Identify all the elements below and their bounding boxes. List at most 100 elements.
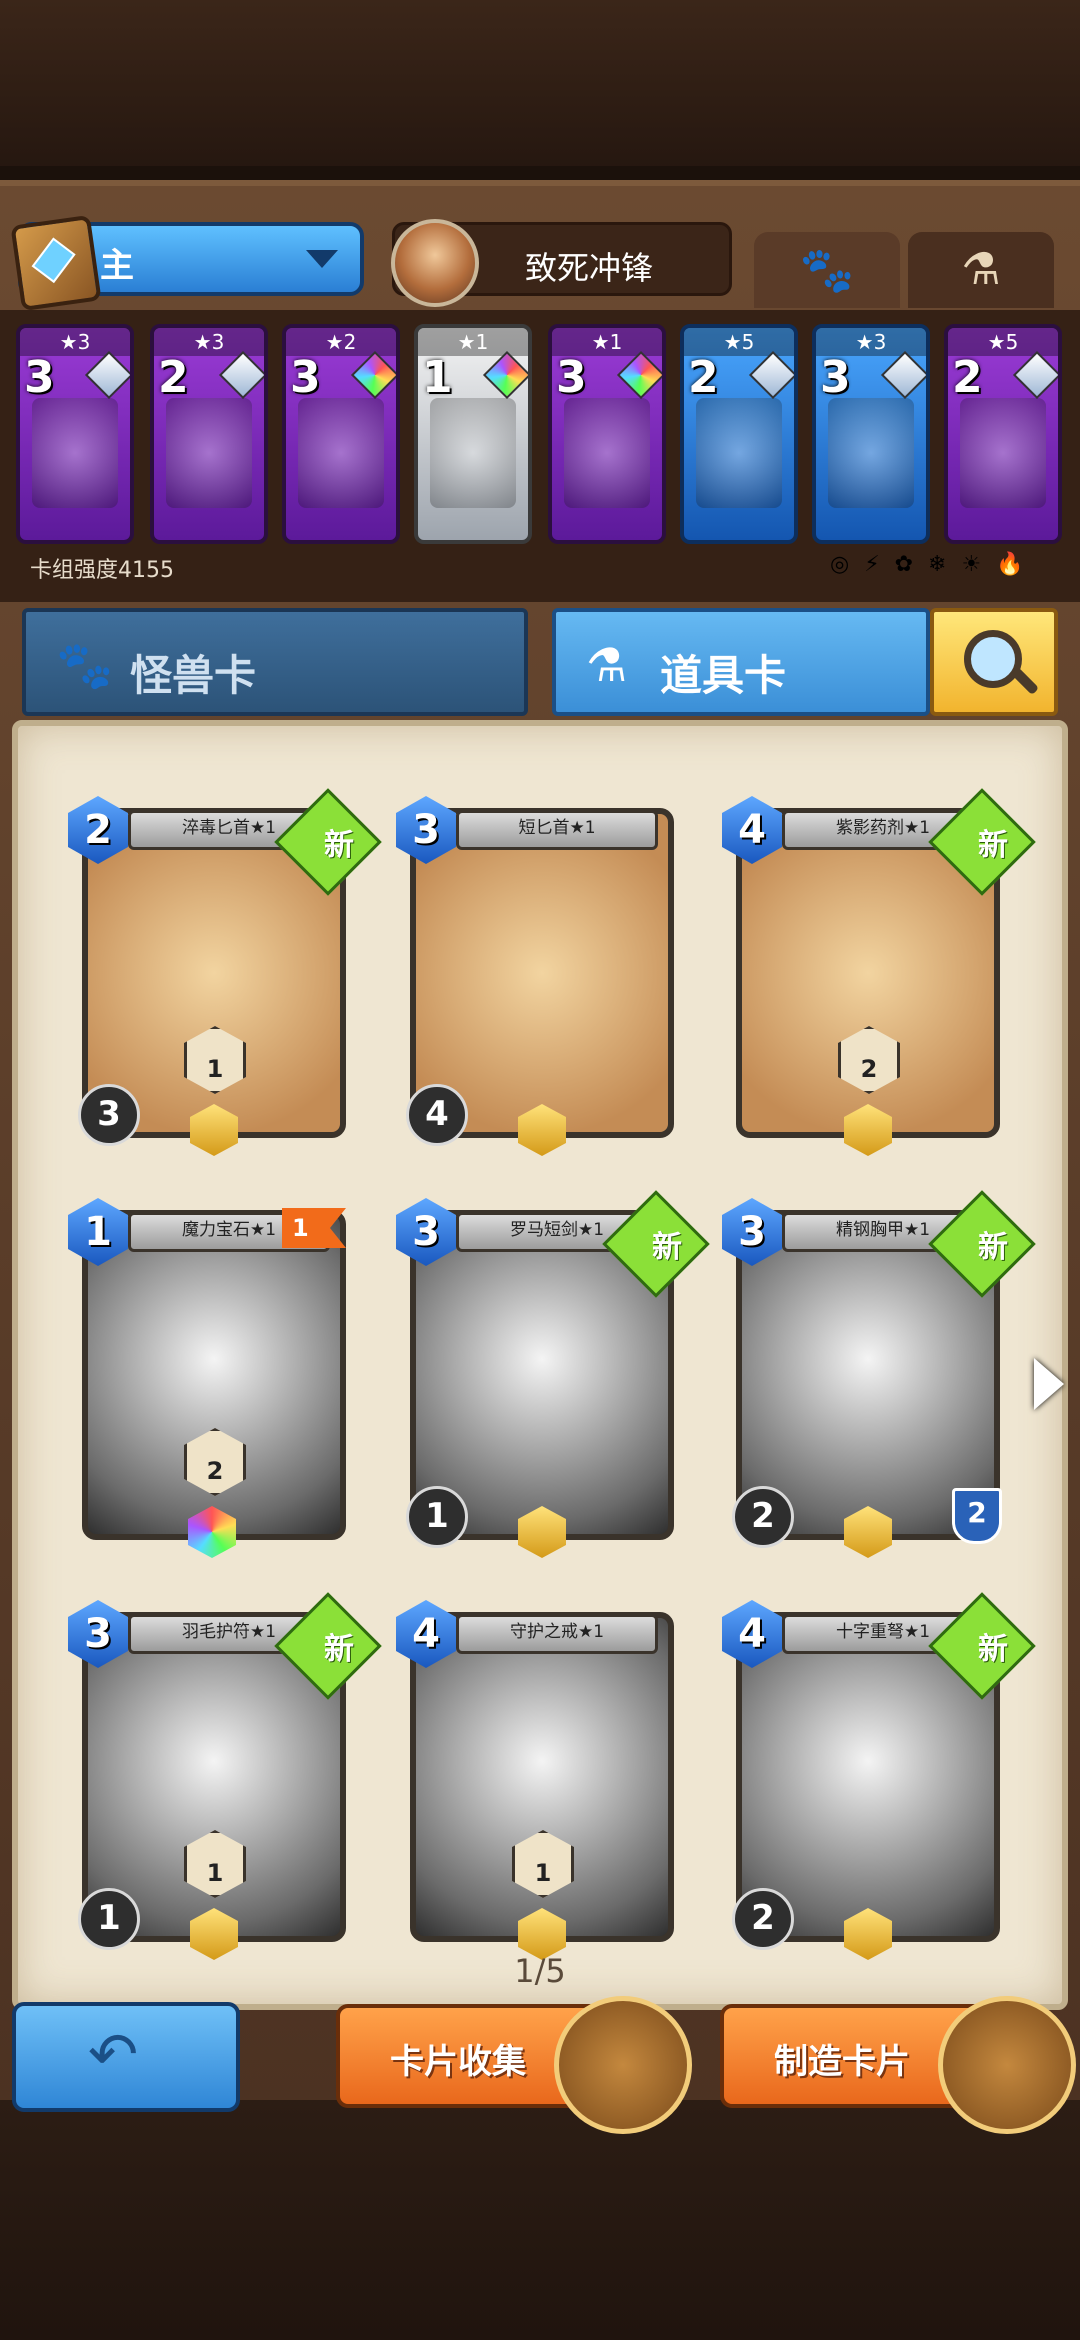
deck-card-art <box>960 398 1046 508</box>
deck-card-art <box>696 398 782 508</box>
card-level: 2 <box>732 1888 794 1950</box>
page-indicator: 1/5 <box>514 1952 566 1990</box>
card-art <box>450 1678 634 1848</box>
card-art <box>450 874 634 1044</box>
hero-name: 致死冲锋 <box>525 249 654 287</box>
item-card[interactable]: 十字重弩★1 4 新 2 <box>722 1592 1036 1960</box>
deck-card-art <box>32 398 118 508</box>
item-card[interactable]: 紫影药剂★1 4 新 2 <box>722 788 1036 1156</box>
card-collection-button[interactable]: 卡片收集 <box>336 1996 692 2134</box>
deck-card-art <box>430 398 516 508</box>
item-card[interactable]: 守护之戒★1 4 1 <box>396 1600 674 1960</box>
item-card[interactable]: 罗马短剑★1 3 新 1 <box>396 1190 710 1558</box>
new-badge-label: 新 <box>652 1230 682 1265</box>
card-art <box>122 1678 306 1848</box>
new-badge-label: 新 <box>978 828 1008 863</box>
search-button[interactable] <box>930 608 1058 716</box>
card-art <box>122 874 306 1044</box>
card-art <box>450 1276 634 1446</box>
deck-card-art <box>828 398 914 508</box>
craft-card-button[interactable]: 制造卡片 <box>720 1996 1076 2134</box>
next-page-arrow-icon[interactable] <box>1034 1358 1064 1410</box>
deck-card-art <box>298 398 384 508</box>
card-title: 短匕首★1 <box>456 810 658 850</box>
hero-panel[interactable]: 致死冲锋 <box>391 219 732 307</box>
search-icon <box>964 630 1022 688</box>
card-art <box>776 874 960 1044</box>
card-title: 守护之戒★1 <box>456 1614 658 1654</box>
new-badge-label: 新 <box>978 1632 1008 1667</box>
card-art <box>776 1276 960 1446</box>
deck-card[interactable]: ★3 3 <box>812 324 930 544</box>
card-level: 3 <box>78 1084 140 1146</box>
potion-icon: ⚗ <box>586 638 628 692</box>
deck-name: 主 <box>100 246 134 286</box>
craft-card-label: 制造卡片 <box>774 2042 910 2082</box>
deck-card-art <box>166 398 252 508</box>
deck-card[interactable]: ★3 3 <box>16 324 134 544</box>
card-collection-label: 卡片收集 <box>390 2042 526 2082</box>
deck-card[interactable]: ★1 1 <box>414 324 532 544</box>
chevron-down-icon <box>306 250 338 268</box>
deck-selector[interactable]: 主 <box>10 214 364 312</box>
paw-icon: 🐾 <box>799 245 855 296</box>
deck-card-cost: 3 <box>24 352 55 403</box>
top-background <box>0 0 1080 180</box>
back-button[interactable]: ↶ <box>12 2002 240 2112</box>
card-level: 1 <box>78 1888 140 1950</box>
search-icon-handle <box>1010 666 1040 696</box>
potion-icon: ⚗ <box>961 244 1001 295</box>
tab-item-cards[interactable]: ⚗ 道具卡 <box>552 608 930 716</box>
gem-icon <box>880 350 926 400</box>
tab-beast-deck[interactable]: 🐾 <box>754 232 900 308</box>
card-level: 2 <box>732 1486 794 1548</box>
deck-card[interactable]: ★1 3 <box>548 324 666 544</box>
deck-card-cost: 3 <box>820 352 851 403</box>
deck-card[interactable]: ★5 2 <box>944 324 1062 544</box>
deck-card[interactable]: ★2 3 <box>282 324 400 544</box>
deck-card-cost: 1 <box>422 352 453 403</box>
item-card[interactable]: 淬毒匕首★1 2 新 3 1 <box>68 788 382 1156</box>
bottom-background <box>0 2100 1080 2340</box>
tab-item-deck[interactable]: ⚗ <box>908 232 1054 308</box>
deck-card-art <box>564 398 650 508</box>
item-card[interactable]: 短匕首★1 3 4 <box>396 796 674 1156</box>
flag-badge: 1 <box>282 1208 346 1248</box>
card-level: 4 <box>406 1084 468 1146</box>
card-art <box>122 1276 306 1446</box>
tab-monster-cards[interactable]: 🐾 怪兽卡 <box>22 608 528 716</box>
element-icons: ◎ ⚡ ✿ ❄ ☀ 🔥 <box>830 552 1028 577</box>
deck-card-cost: 2 <box>688 352 719 403</box>
deck-power: 卡组强度4155 <box>30 558 174 583</box>
gem-icon <box>84 350 130 400</box>
shield-value: 2 <box>952 1488 1002 1544</box>
new-badge-label: 新 <box>324 1632 354 1667</box>
item-card[interactable]: 精钢胸甲★1 3 新 2 2 <box>722 1190 1036 1558</box>
hero-avatar <box>391 219 479 307</box>
tab-item-label: 道具卡 <box>660 651 787 700</box>
back-arrow-icon: ↶ <box>88 2020 139 2090</box>
deck-card-cost: 3 <box>556 352 587 403</box>
new-badge-label: 新 <box>324 828 354 863</box>
deck-card[interactable]: ★3 2 <box>150 324 268 544</box>
deck-card[interactable]: ★5 2 <box>680 324 798 544</box>
card-album-icon <box>554 1996 692 2134</box>
card-art <box>776 1678 960 1848</box>
item-card[interactable]: 羽毛护符★1 3 新 1 1 <box>68 1592 382 1960</box>
paw-jar-icon <box>938 1996 1076 2134</box>
gem-icon <box>482 350 528 400</box>
deck-book-icon <box>10 214 102 312</box>
gem-icon <box>218 350 264 400</box>
gem-icon <box>748 350 794 400</box>
deck-card-cost: 2 <box>952 352 983 403</box>
new-badge-label: 新 <box>978 1230 1008 1265</box>
paw-icon: 🐾 <box>56 638 114 692</box>
deck-card-cost: 2 <box>158 352 189 403</box>
card-level: 1 <box>406 1486 468 1548</box>
gem-icon <box>350 350 396 400</box>
gem-icon <box>1012 350 1058 400</box>
item-card[interactable]: 魔力宝石★1 1 1 2 <box>68 1198 346 1558</box>
deck-card-cost: 3 <box>290 352 321 403</box>
gem-icon <box>616 350 662 400</box>
tab-monster-label: 怪兽卡 <box>130 651 257 700</box>
